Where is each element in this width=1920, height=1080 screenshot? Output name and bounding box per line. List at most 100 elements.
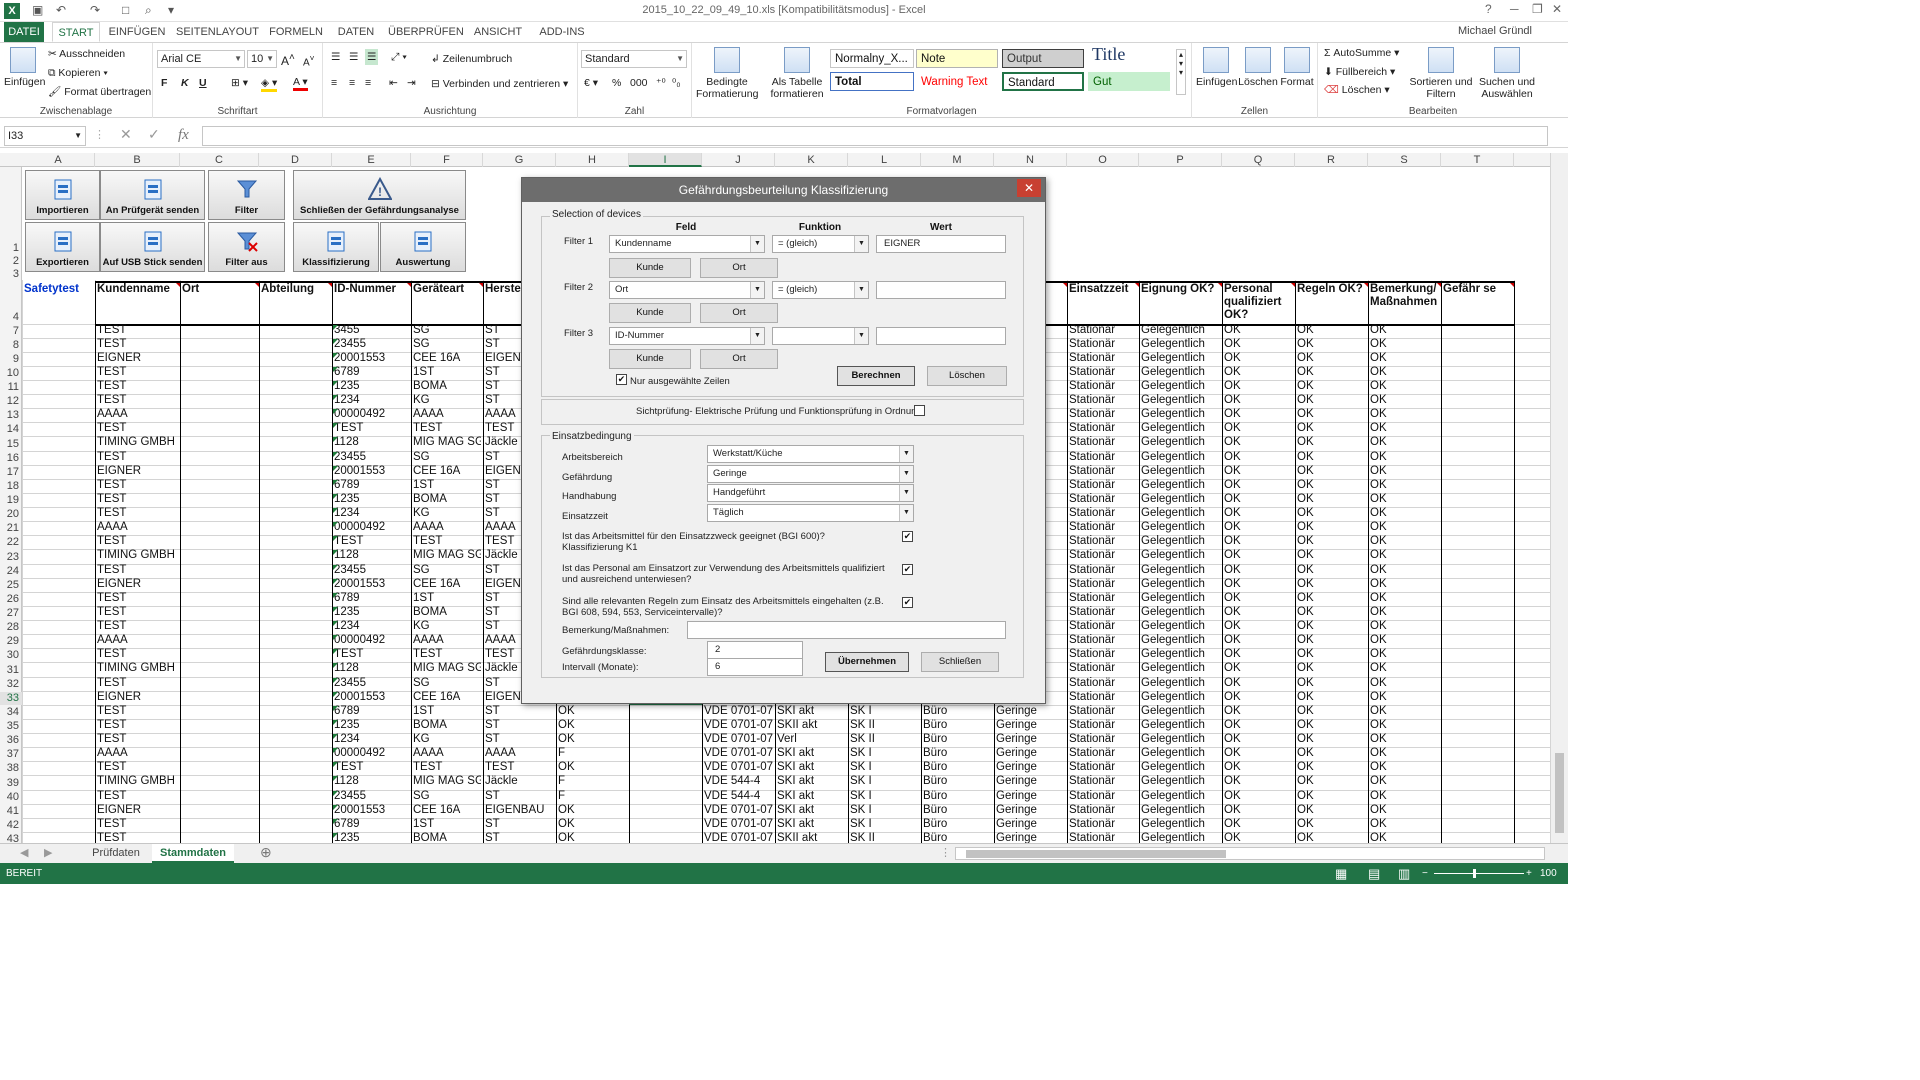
cell[interactable]: OK — [1222, 535, 1293, 549]
cell[interactable]: OK — [1222, 324, 1293, 338]
cell[interactable]: OK — [1368, 493, 1439, 507]
row-header-11[interactable]: 11 — [0, 381, 22, 394]
align-right-icon[interactable]: ≡ — [365, 77, 371, 89]
column-header-o[interactable]: O — [1067, 153, 1139, 167]
row-header-29[interactable]: 29 — [0, 635, 22, 648]
cell[interactable]: TEST — [95, 394, 178, 408]
cell[interactable]: OK — [1222, 606, 1293, 620]
cell[interactable]: Stationär — [1067, 620, 1137, 634]
column-header-i[interactable]: I — [629, 153, 702, 167]
cell[interactable]: OK — [1295, 479, 1366, 493]
cell[interactable]: SK I — [848, 705, 919, 719]
orientation-icon[interactable]: ⤢ ▾ — [391, 51, 407, 64]
row-header-33[interactable]: 33 — [0, 692, 22, 705]
copy-button[interactable]: ⧉ Kopieren ▾ — [48, 67, 108, 80]
cell[interactable]: TEST — [95, 479, 178, 493]
cell[interactable]: OK — [1222, 507, 1293, 521]
cell[interactable]: 6789 — [332, 818, 409, 832]
cell[interactable]: F — [556, 790, 627, 804]
cell[interactable]: Stationär — [1067, 451, 1137, 465]
cell[interactable]: OK — [1222, 592, 1293, 606]
style-note[interactable]: Note — [916, 49, 998, 68]
cell[interactable]: AAAA — [95, 747, 178, 761]
cell[interactable]: TEST — [411, 535, 481, 549]
cell[interactable]: OK — [1295, 620, 1366, 634]
sheet-tab-stammdaten[interactable]: Stammdaten — [152, 844, 234, 863]
cell[interactable]: OK — [1295, 761, 1366, 775]
filter-3-ort-button[interactable]: Ort — [700, 349, 778, 369]
cell[interactable]: Gelegentlich — [1139, 677, 1220, 691]
cell[interactable]: F — [556, 747, 627, 761]
grow-font-icon[interactable]: A˄ — [281, 52, 295, 68]
filter-3-wert-input[interactable] — [876, 327, 1006, 345]
cell[interactable]: TEST — [95, 366, 178, 380]
cell[interactable]: 23455 — [332, 564, 409, 578]
column-header-d[interactable]: D — [259, 153, 332, 167]
dialog-title[interactable]: Gefährdungsbeurteilung Klassifizierung — [522, 178, 1045, 202]
cell[interactable]: TEST — [95, 451, 178, 465]
cell[interactable]: AAAA — [95, 521, 178, 535]
cell[interactable]: Gelegentlich — [1139, 352, 1220, 366]
cell[interactable]: TEST — [95, 422, 178, 436]
cell[interactable]: Gelegentlich — [1139, 535, 1220, 549]
cell[interactable]: SK I — [848, 790, 919, 804]
cell[interactable]: AAAA — [411, 521, 481, 535]
format-cells-button[interactable]: Format — [1278, 47, 1316, 88]
cell[interactable]: OK — [1368, 620, 1439, 634]
cell[interactable]: SK II — [848, 832, 919, 843]
horizontal-scrollbar[interactable] — [955, 847, 1545, 860]
cell[interactable]: Büro — [921, 733, 992, 747]
cell[interactable]: Gelegentlich — [1139, 691, 1220, 705]
cell[interactable]: Stationär — [1067, 549, 1137, 564]
cell[interactable]: Stationär — [1067, 564, 1137, 578]
cell[interactable]: Büro — [921, 832, 992, 843]
find-select-button[interactable]: Suchen und Auswählen — [1476, 47, 1538, 100]
style-output[interactable]: Output — [1002, 49, 1084, 68]
cell[interactable]: Gelegentlich — [1139, 790, 1220, 804]
cell[interactable]: OK — [1222, 733, 1293, 747]
cell[interactable]: OK — [1222, 564, 1293, 578]
cell[interactable]: OK — [1368, 451, 1439, 465]
column-header-g[interactable]: G — [483, 153, 556, 167]
cell[interactable]: 20001553 — [332, 465, 409, 479]
cell[interactable]: OK — [1295, 832, 1366, 843]
cell[interactable]: Gelegentlich — [1139, 422, 1220, 436]
zoom-out-icon[interactable]: − — [1422, 863, 1428, 884]
cell[interactable]: OK — [1368, 535, 1439, 549]
cell[interactable]: SK I — [848, 804, 919, 818]
cell[interactable]: OK — [1368, 705, 1439, 719]
cell[interactable]: Gelegentlich — [1139, 479, 1220, 493]
cell[interactable]: SK I — [848, 747, 919, 761]
cell[interactable]: TEST — [95, 380, 178, 394]
cell[interactable]: OK — [1295, 790, 1366, 804]
cell[interactable]: 1235 — [332, 493, 409, 507]
cell[interactable]: Stationär — [1067, 408, 1137, 422]
cell[interactable]: Gelegentlich — [1139, 394, 1220, 408]
filter-2-feld-select[interactable]: Ort ▼ — [609, 281, 765, 299]
cell[interactable]: Stationär — [1067, 493, 1137, 507]
cell[interactable]: OK — [1368, 719, 1439, 733]
cell[interactable]: Stationär — [1067, 352, 1137, 366]
cell[interactable]: ST — [483, 832, 554, 843]
cell[interactable]: SG — [411, 790, 481, 804]
cell[interactable]: OK — [1295, 451, 1366, 465]
cell[interactable]: OK — [1368, 747, 1439, 761]
merge-center-button[interactable]: ⊟ Verbinden und zentrieren ▾ — [431, 78, 568, 90]
schließen-der-gefährdungsanalyse-button[interactable]: ! Schließen der Gefährdungsanalyse — [293, 170, 466, 220]
decrease-decimal-icon[interactable]: ⁰₀ — [672, 77, 681, 89]
cell[interactable]: OK — [1295, 578, 1366, 592]
align-center-icon[interactable]: ≡ — [349, 77, 355, 89]
cell[interactable]: Stationär — [1067, 648, 1137, 662]
row-header-23[interactable]: 23 — [0, 551, 22, 564]
cell[interactable]: OK — [1295, 775, 1366, 790]
cell[interactable]: VDE 0701-070: — [702, 733, 773, 747]
auf-usb-stick-senden-button[interactable]: Auf USB Stick senden — [100, 222, 205, 272]
cell[interactable]: OK — [1368, 366, 1439, 380]
cell[interactable]: AAAA — [95, 408, 178, 422]
cell[interactable]: Gelegentlich — [1139, 705, 1220, 719]
cell[interactable]: Stationär — [1067, 606, 1137, 620]
row-header-39[interactable]: 39 — [0, 777, 22, 790]
column-header-q[interactable]: Q — [1222, 153, 1295, 167]
cell[interactable]: ST — [483, 790, 554, 804]
handhabung-select[interactable]: Handgeführt ▼ — [707, 484, 914, 502]
